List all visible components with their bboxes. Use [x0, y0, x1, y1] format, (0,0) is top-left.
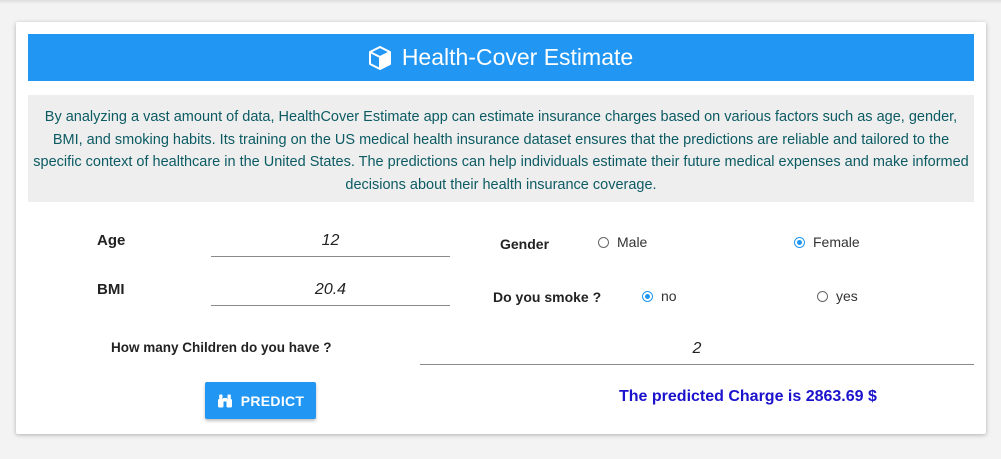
gender-male-label: Male: [617, 234, 648, 250]
top-shadow: [0, 0, 1001, 4]
binoculars-icon: [217, 394, 232, 407]
smoke-label: Do you smoke ?: [493, 289, 602, 305]
smoke-no-label: no: [661, 288, 677, 304]
app-title: Health-Cover Estimate: [401, 44, 634, 70]
smoke-no-radio[interactable]: no: [642, 288, 677, 304]
radio-circle-selected: [642, 290, 653, 302]
app-description: By analyzing a vast amount of data, Heal…: [28, 95, 974, 202]
bmi-label: BMI: [97, 281, 125, 298]
age-input[interactable]: 12: [211, 226, 450, 257]
smoke-yes-label: yes: [836, 288, 858, 304]
radio-circle: [598, 236, 609, 248]
children-label: How many Children do you have ?: [111, 340, 332, 355]
app-header: Health-Cover Estimate: [28, 34, 974, 81]
gender-female-label: Female: [813, 234, 860, 250]
cube-icon: [368, 45, 391, 70]
predict-button[interactable]: PREDICT: [205, 382, 316, 419]
age-label: Age: [97, 232, 126, 249]
estimate-card: Health-Cover Estimate By analyzing a vas…: [16, 22, 986, 434]
gender-label: Gender: [500, 236, 550, 252]
children-input[interactable]: 2: [420, 334, 974, 365]
smoke-yes-radio[interactable]: yes: [817, 288, 858, 304]
radio-circle-selected: [794, 236, 805, 248]
predict-button-label: PREDICT: [240, 392, 305, 409]
bmi-input[interactable]: 20.4: [211, 275, 450, 306]
radio-circle: [817, 290, 828, 302]
gender-male-radio[interactable]: Male: [598, 234, 647, 250]
gender-female-radio[interactable]: Female: [794, 234, 860, 250]
prediction-result: The predicted Charge is 2863.69 $: [619, 388, 877, 405]
